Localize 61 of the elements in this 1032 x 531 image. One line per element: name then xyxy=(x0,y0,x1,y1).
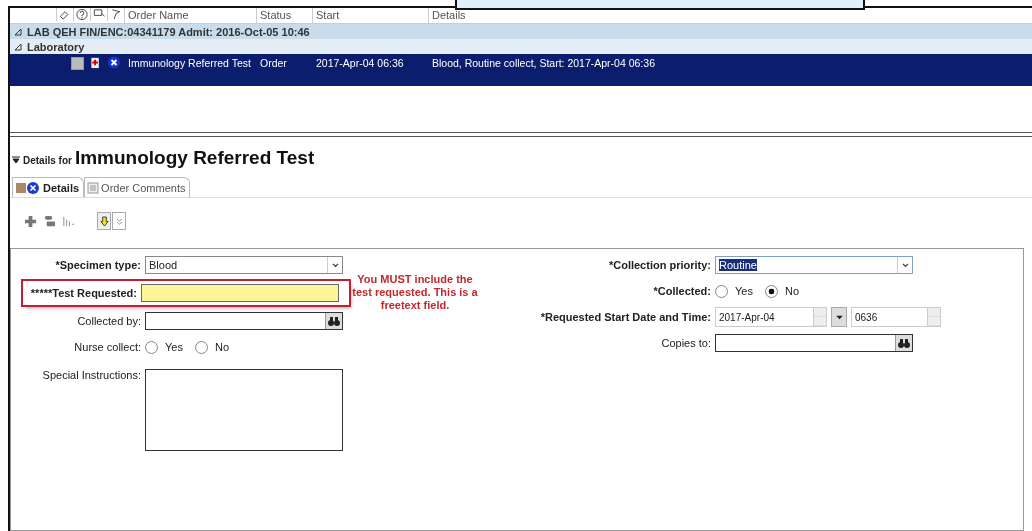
lookup-field[interactable] xyxy=(715,334,913,352)
collapse-icon[interactable] xyxy=(12,156,20,164)
dropdown[interactable]: Routine xyxy=(715,256,913,274)
caret-icon xyxy=(901,262,909,268)
field-label: *Collection priority: xyxy=(607,259,711,271)
medical-icon xyxy=(90,56,102,69)
radio-button[interactable] xyxy=(194,340,208,354)
stack-icon[interactable] xyxy=(43,214,56,228)
column-header[interactable]: Details xyxy=(428,8,1032,23)
radio-label: Yes xyxy=(735,285,753,297)
column-header[interactable]: Start xyxy=(312,8,428,23)
tab[interactable]: Order Comments xyxy=(84,177,191,197)
field-label: Nurse collect: xyxy=(73,341,141,353)
warning-note: You MUST include the test requested. This is a freetext field. xyxy=(351,273,479,313)
radio-label: Yes xyxy=(165,341,183,353)
column-header[interactable]: Order Name xyxy=(124,8,256,23)
order-row[interactable]: Immunology Referred Test Order 2017-Apr-04 06:36 Blood, Routine collect, Start: 2017-Apr-04 06:36 xyxy=(10,54,1032,86)
close-icon[interactable] xyxy=(108,56,120,69)
group-label: LAB QEH FIN/ENC:04341179 Admit: 2016-Oct-05 10:46 xyxy=(27,25,310,38)
field-label: Collected by: xyxy=(76,315,141,327)
checkbox[interactable] xyxy=(71,57,84,70)
date-field[interactable]: 2017-Apr-04 xyxy=(715,307,827,327)
details-title: Immunology Referred Test xyxy=(74,147,315,169)
field-label: *Specimen type: xyxy=(54,259,141,271)
add-icon[interactable] xyxy=(24,214,37,228)
chart-icon[interactable] xyxy=(62,214,75,228)
column-header[interactable]: Status xyxy=(256,8,312,23)
search-icon[interactable] xyxy=(895,335,912,351)
radio-button[interactable] xyxy=(715,284,728,298)
field-label: Special Instructions: xyxy=(41,369,141,381)
details-icon xyxy=(15,180,41,195)
lookup-field[interactable] xyxy=(145,312,343,330)
table-cell-text: Immunology Referred Test xyxy=(127,56,252,71)
time-field[interactable]: 0636 xyxy=(851,307,941,327)
radio-button[interactable] xyxy=(145,340,158,354)
field-label: *Collected: xyxy=(652,285,711,297)
tab[interactable]: Details xyxy=(12,177,85,197)
caret-icon xyxy=(835,314,843,320)
table-cell-text: 2017-Apr-04 06:36 xyxy=(315,56,405,71)
field-label: Copies to: xyxy=(660,337,711,349)
expand-icon[interactable] xyxy=(14,27,22,36)
caret-icon xyxy=(331,262,339,268)
radio-label: No xyxy=(214,341,229,353)
calendar-dropdown-button[interactable] xyxy=(831,307,847,327)
help-icon[interactable] xyxy=(73,8,90,21)
chevron-icon xyxy=(115,217,123,225)
expand-icon[interactable] xyxy=(14,42,22,51)
radio-label: No xyxy=(784,285,799,297)
table-cell-text: Blood, Routine collect, Start: 2017-Apr-04 06:36 xyxy=(431,56,656,71)
field-label: *****Test Requested: xyxy=(29,287,137,299)
text-area[interactable] xyxy=(145,369,343,451)
details-prefix: Details for xyxy=(23,155,72,166)
group-label: Laboratory xyxy=(27,40,85,53)
down-arrow-button[interactable] xyxy=(97,212,111,230)
input-field[interactable] xyxy=(141,284,339,302)
table-cell-text: Order xyxy=(259,56,288,71)
radio-button[interactable] xyxy=(764,284,778,298)
dropdown[interactable]: Blood xyxy=(145,256,343,274)
search-icon[interactable] xyxy=(325,313,342,329)
field-label: *Requested Start Date and Time: xyxy=(539,311,711,323)
document-icon[interactable] xyxy=(90,8,107,21)
